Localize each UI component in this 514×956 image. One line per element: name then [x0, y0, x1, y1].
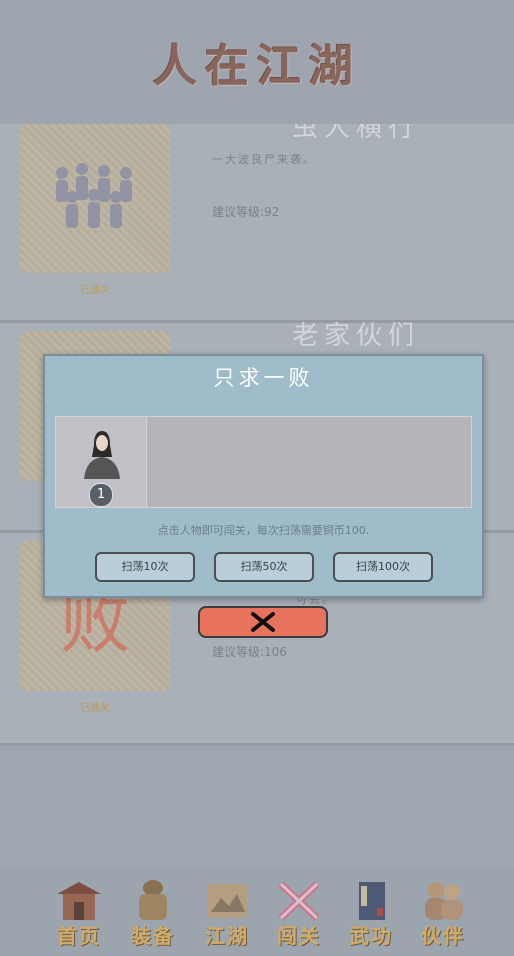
dialog-title: 只求一败: [213, 366, 314, 390]
sweep-dialog: 只求一败 1 点击人物即可闯关，每次扫荡需要铜币100. 扫荡10次 扫荡50次…: [43, 354, 484, 598]
sweep-100-button[interactable]: 扫荡100次: [333, 552, 433, 582]
close-icon: [251, 612, 275, 632]
sweep-50-button[interactable]: 扫荡50次: [214, 552, 314, 582]
character-slot[interactable]: 1: [56, 417, 147, 507]
close-button[interactable]: [198, 606, 328, 638]
character-slot-bar: 1: [55, 416, 472, 508]
sweep-hint: 点击人物即可闯关，每次扫荡需要铜币100.: [157, 524, 370, 537]
slot-count-badge: 1: [89, 483, 113, 507]
character-portrait-icon: [84, 431, 120, 479]
sweep-10-button[interactable]: 扫荡10次: [95, 552, 195, 582]
